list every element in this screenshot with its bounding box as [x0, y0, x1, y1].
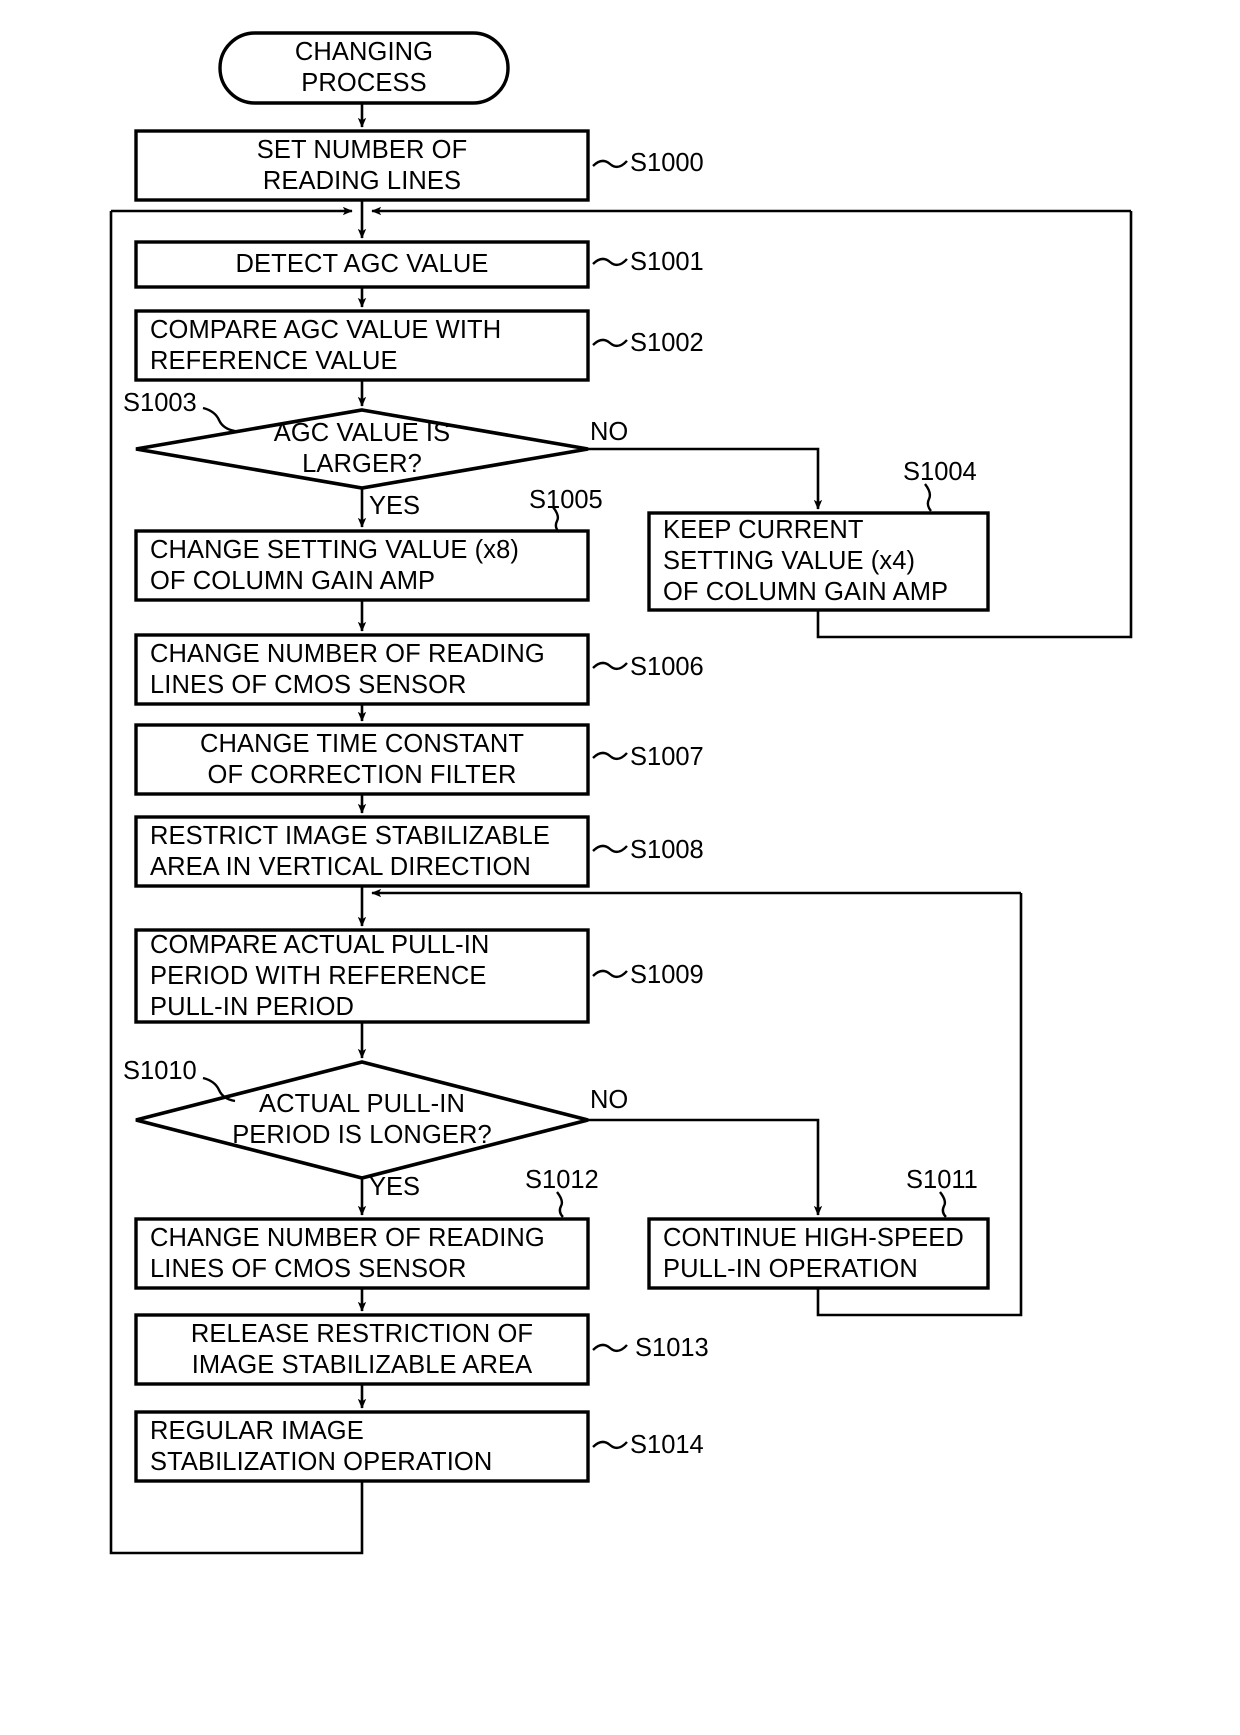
- step-tag-S1000: S1000: [630, 149, 704, 177]
- node-shape-S1012: [134, 1217, 590, 1290]
- branch-label-s1003-no: NO: [590, 418, 629, 446]
- node-shape-S1000: [134, 129, 590, 202]
- node-shape-S1013: [134, 1313, 590, 1386]
- leader-S1012: [556, 1191, 564, 1218]
- node-shape-S1007: [134, 723, 590, 796]
- step-tag-S1005: S1005: [529, 486, 603, 514]
- leader-S1009: [592, 969, 628, 979]
- branch-label-s1003-yes: YES: [369, 492, 421, 520]
- step-tag-S1001: S1001: [630, 248, 704, 276]
- node-shape-S1006: [134, 633, 590, 706]
- flowchart-canvas: CHANGING PROCESS SET NUMBER OF READING L…: [0, 0, 1240, 1735]
- step-tag-S1013: S1013: [635, 1334, 709, 1362]
- step-tag-S1006: S1006: [630, 653, 704, 681]
- step-tag-S1012: S1012: [525, 1166, 599, 1194]
- step-tag-S1002: S1002: [630, 329, 704, 357]
- step-tag-S1010: S1010: [123, 1057, 197, 1085]
- step-tag-S1007: S1007: [630, 743, 704, 771]
- node-shape-S1009: [134, 928, 590, 1024]
- node-shape-S1008: [134, 815, 590, 888]
- branch-label-s1010-no: NO: [590, 1086, 629, 1114]
- node-shape-S1003: [135, 408, 589, 490]
- leader-S1014: [592, 1440, 628, 1450]
- connector-S1003-no-to-S1004: [588, 447, 823, 510]
- node-shape-S1005: [134, 529, 590, 602]
- leader-S1004: [924, 483, 932, 512]
- node-shape-S1001: [134, 240, 590, 289]
- step-tag-S1011: S1011: [906, 1166, 978, 1194]
- branch-label-s1010-yes: YES: [369, 1173, 421, 1201]
- step-tag-S1009: S1009: [630, 961, 704, 989]
- node-shape-S1004: [647, 511, 990, 612]
- step-tag-S1004: S1004: [903, 458, 977, 486]
- leader-S1000: [592, 159, 628, 169]
- leader-S1002: [592, 338, 628, 348]
- leader-S1003: [202, 406, 236, 433]
- connector-S1010-no-to-S1011: [588, 1118, 823, 1216]
- start-terminal-shape: [218, 31, 510, 105]
- node-shape-S1002: [134, 309, 590, 382]
- leader-S1011: [939, 1191, 947, 1218]
- node-shape-S1014: [134, 1410, 590, 1483]
- step-tag-S1014: S1014: [630, 1431, 704, 1459]
- leader-S1007: [592, 751, 628, 761]
- leader-S1006: [592, 661, 628, 671]
- leader-S1013: [592, 1343, 628, 1353]
- leader-S1008: [592, 844, 628, 854]
- flowchart-vector-layer: [109, 31, 1133, 1555]
- leader-S1001: [592, 257, 628, 267]
- node-shape-S1011: [647, 1217, 990, 1290]
- step-tag-S1008: S1008: [630, 836, 704, 864]
- step-tag-S1003: S1003: [123, 389, 197, 417]
